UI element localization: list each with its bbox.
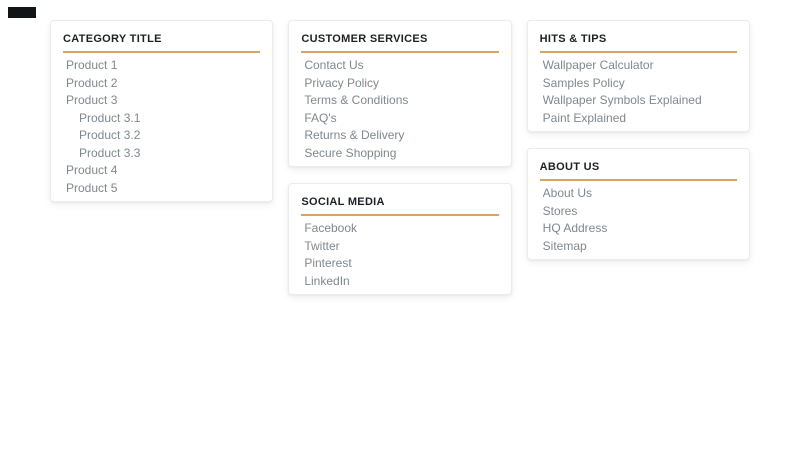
list-item-sub: Product 3.1 xyxy=(66,110,260,128)
link-product-3[interactable]: Product 3 xyxy=(66,92,260,110)
list-item: Contact Us xyxy=(304,57,498,75)
link-sitemap[interactable]: Sitemap xyxy=(543,238,737,256)
list-item: Stores xyxy=(543,203,737,221)
column-3: HITS & TIPS Wallpaper Calculator Samples… xyxy=(526,20,750,260)
list-item: Wallpaper Calculator xyxy=(543,57,737,75)
link-faqs[interactable]: FAQ's xyxy=(304,110,498,128)
list-item: Paint Explained xyxy=(543,110,737,128)
footer-link-columns: CATEGORY TITLE Product 1 Product 2 Produ… xyxy=(50,20,750,295)
social-media-link-list: Facebook Twitter Pinterest LinkedIn xyxy=(301,220,498,290)
hits-tips-link-list: Wallpaper Calculator Samples Policy Wall… xyxy=(540,57,737,127)
panel-about-us-title: ABOUT US xyxy=(539,161,600,173)
top-left-dark-bar xyxy=(8,7,36,18)
list-item: Product 3 xyxy=(66,92,260,110)
column-2: CUSTOMER SERVICES Contact Us Privacy Pol… xyxy=(288,20,512,295)
link-product-3-3[interactable]: Product 3.3 xyxy=(66,145,260,163)
list-item: Wallpaper Symbols Explained xyxy=(543,92,737,110)
link-paint-explained[interactable]: Paint Explained xyxy=(543,110,737,128)
list-item: HQ Address xyxy=(543,220,737,238)
list-item-sub: Product 3.2 xyxy=(66,127,260,145)
link-returns-delivery[interactable]: Returns & Delivery xyxy=(304,127,498,145)
panel-hits-tips: HITS & TIPS Wallpaper Calculator Samples… xyxy=(526,20,750,132)
title-underline xyxy=(301,214,499,216)
list-item: Terms & Conditions xyxy=(304,92,498,110)
list-item: Secure Shopping xyxy=(304,145,498,163)
panel-category: CATEGORY TITLE Product 1 Product 2 Produ… xyxy=(50,20,274,202)
link-terms-conditions[interactable]: Terms & Conditions xyxy=(304,92,498,110)
list-item-sub: Product 3.3 xyxy=(66,145,260,163)
link-wallpaper-symbols-explained[interactable]: Wallpaper Symbols Explained xyxy=(543,92,737,110)
panel-social-media: SOCIAL MEDIA Facebook Twitter Pinterest … xyxy=(288,183,512,295)
panel-customer-services-title: CUSTOMER SERVICES xyxy=(301,33,428,45)
link-hq-address[interactable]: HQ Address xyxy=(543,220,737,238)
list-item: Product 5 xyxy=(66,180,260,198)
link-product-3-1[interactable]: Product 3.1 xyxy=(66,110,260,128)
link-product-2[interactable]: Product 2 xyxy=(66,75,260,93)
list-item: Twitter xyxy=(304,238,498,256)
category-link-list: Product 1 Product 2 Product 3 Product 3.… xyxy=(63,57,260,197)
panel-category-title: CATEGORY TITLE xyxy=(63,33,162,45)
panel-about-us: ABOUT US About Us Stores HQ Address Site… xyxy=(526,148,750,260)
link-privacy-policy[interactable]: Privacy Policy xyxy=(304,75,498,93)
list-item: Privacy Policy xyxy=(304,75,498,93)
list-item: About Us xyxy=(543,185,737,203)
about-us-link-list: About Us Stores HQ Address Sitemap xyxy=(540,185,737,255)
title-underline xyxy=(301,51,499,53)
list-item: Product 1 xyxy=(66,57,260,75)
link-samples-policy[interactable]: Samples Policy xyxy=(543,75,737,93)
link-stores[interactable]: Stores xyxy=(543,203,737,221)
column-1: CATEGORY TITLE Product 1 Product 2 Produ… xyxy=(50,20,274,202)
link-product-3-2[interactable]: Product 3.2 xyxy=(66,127,260,145)
list-item: Returns & Delivery xyxy=(304,127,498,145)
link-facebook[interactable]: Facebook xyxy=(304,220,498,238)
page-canvas: CATEGORY TITLE Product 1 Product 2 Produ… xyxy=(0,0,800,450)
link-linkedin[interactable]: LinkedIn xyxy=(304,273,498,291)
link-contact-us[interactable]: Contact Us xyxy=(304,57,498,75)
link-twitter[interactable]: Twitter xyxy=(304,238,498,256)
list-item: Samples Policy xyxy=(543,75,737,93)
title-underline xyxy=(539,179,737,181)
link-product-5[interactable]: Product 5 xyxy=(66,180,260,198)
list-item: Pinterest xyxy=(304,255,498,273)
link-secure-shopping[interactable]: Secure Shopping xyxy=(304,145,498,163)
list-item: Facebook xyxy=(304,220,498,238)
customer-services-link-list: Contact Us Privacy Policy Terms & Condit… xyxy=(301,57,498,162)
panel-customer-services: CUSTOMER SERVICES Contact Us Privacy Pol… xyxy=(288,20,512,167)
list-item: LinkedIn xyxy=(304,273,498,291)
link-wallpaper-calculator[interactable]: Wallpaper Calculator xyxy=(543,57,737,75)
title-underline xyxy=(539,51,737,53)
list-item: Product 2 xyxy=(66,75,260,93)
list-item: FAQ's xyxy=(304,110,498,128)
list-item: Product 4 xyxy=(66,162,260,180)
title-underline xyxy=(63,51,261,53)
link-product-4[interactable]: Product 4 xyxy=(66,162,260,180)
panel-hits-tips-title: HITS & TIPS xyxy=(539,33,607,45)
panel-social-media-title: SOCIAL MEDIA xyxy=(301,196,385,208)
link-product-1[interactable]: Product 1 xyxy=(66,57,260,75)
link-pinterest[interactable]: Pinterest xyxy=(304,255,498,273)
link-about-us[interactable]: About Us xyxy=(543,185,737,203)
list-item: Sitemap xyxy=(543,238,737,256)
